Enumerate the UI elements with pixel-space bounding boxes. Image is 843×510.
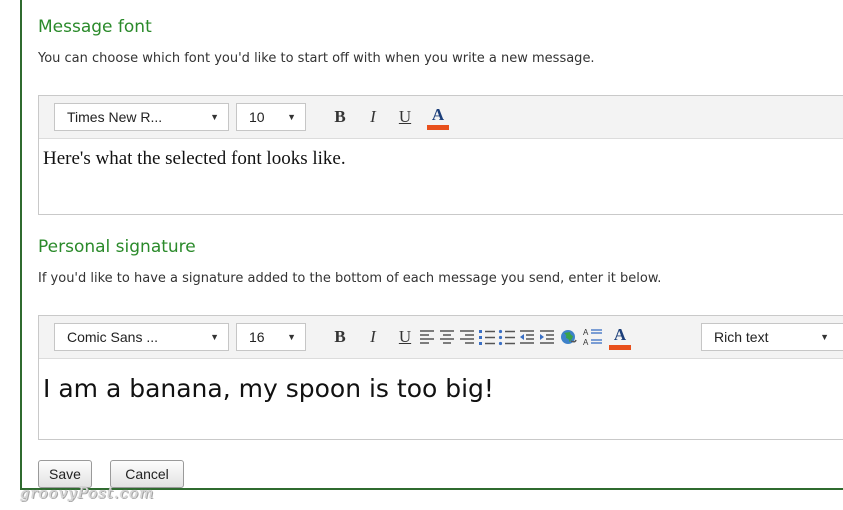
- text-direction-icon[interactable]: A A: [582, 324, 604, 350]
- font-family-dropdown[interactable]: Comic Sans ... ▼: [54, 323, 229, 351]
- numbered-list-icon[interactable]: [478, 324, 496, 350]
- underline-button[interactable]: U: [395, 104, 415, 130]
- bulleted-list-icon[interactable]: [498, 324, 516, 350]
- decrease-indent-icon[interactable]: [518, 324, 536, 350]
- align-center-icon[interactable]: [438, 324, 456, 350]
- align-left-icon[interactable]: [418, 324, 436, 350]
- italic-button[interactable]: I: [363, 324, 383, 350]
- font-family-value: Times New R...: [67, 109, 163, 125]
- signature-text[interactable]: I am a banana, my spoon is too big!: [43, 374, 843, 403]
- format-value: Rich text: [714, 329, 769, 345]
- message-font-title: Message font: [38, 17, 152, 37]
- signature-editor: Comic Sans ... ▼ 16 ▼ B I U A A A Rich t…: [38, 315, 843, 440]
- font-size-dropdown[interactable]: 10 ▼: [236, 103, 306, 131]
- format-dropdown[interactable]: Rich text ▼: [701, 323, 843, 351]
- font-size-dropdown[interactable]: 16 ▼: [236, 323, 306, 351]
- font-color-swatch: [427, 125, 449, 130]
- font-color-button[interactable]: A: [607, 324, 633, 350]
- font-color-button[interactable]: A: [425, 104, 451, 130]
- font-preview-text[interactable]: Here's what the selected font looks like…: [43, 148, 843, 170]
- font-color-icon: A: [613, 325, 627, 344]
- message-font-description: You can choose which font you'd like to …: [38, 51, 595, 66]
- font-size-value: 16: [249, 329, 265, 345]
- chevron-down-icon: ▼: [820, 332, 829, 342]
- bold-button[interactable]: B: [329, 104, 351, 130]
- italic-button[interactable]: I: [363, 104, 383, 130]
- signature-title: Personal signature: [38, 237, 196, 257]
- signature-toolbar: Comic Sans ... ▼ 16 ▼ B I U A A A Rich t…: [39, 316, 843, 359]
- svg-text:A: A: [583, 338, 589, 347]
- underline-button[interactable]: U: [395, 324, 415, 350]
- signature-description: If you'd like to have a signature added …: [38, 271, 662, 286]
- chevron-down-icon: ▼: [210, 332, 219, 342]
- font-color-swatch: [609, 345, 631, 350]
- font-family-value: Comic Sans ...: [67, 329, 159, 345]
- font-family-dropdown[interactable]: Times New R... ▼: [54, 103, 229, 131]
- svg-text:A: A: [583, 328, 589, 337]
- increase-indent-icon[interactable]: [538, 324, 556, 350]
- message-font-toolbar: Times New R... ▼ 10 ▼ B I U A: [39, 96, 843, 139]
- bold-button[interactable]: B: [329, 324, 351, 350]
- font-size-value: 10: [249, 109, 265, 125]
- chevron-down-icon: ▼: [287, 332, 296, 342]
- message-font-editor: Times New R... ▼ 10 ▼ B I U A Here's wha…: [38, 95, 843, 215]
- chevron-down-icon: ▼: [287, 112, 296, 122]
- font-color-icon: A: [431, 105, 445, 124]
- chevron-down-icon: ▼: [210, 112, 219, 122]
- watermark: groovyPost.com: [20, 484, 155, 502]
- align-right-icon[interactable]: [458, 324, 476, 350]
- insert-link-icon[interactable]: [558, 324, 578, 350]
